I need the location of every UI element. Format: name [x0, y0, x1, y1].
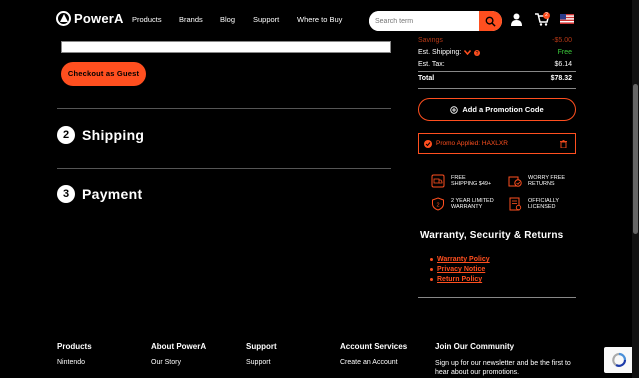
help-icon[interactable]: ?: [474, 49, 481, 56]
cart-count-badge: 2: [543, 12, 550, 19]
feature-licensed: OFFICIALLY LICENSED: [508, 197, 559, 211]
feature-line1: FREE: [451, 174, 466, 181]
logo-mark-icon: [56, 11, 71, 26]
newsletter-text: Sign up for our newsletter and be the fi…: [435, 360, 571, 376]
step-title: Payment: [82, 186, 143, 202]
search-input[interactable]: [369, 11, 479, 31]
truck-icon: [431, 174, 445, 188]
powera-logo[interactable]: PowerA: [56, 11, 124, 26]
nav-support[interactable]: Support: [253, 15, 279, 24]
step-title: Shipping: [82, 127, 145, 143]
return-policy-link[interactable]: Return Policy: [430, 276, 490, 283]
savings-value: -$5.00: [552, 37, 572, 44]
promo-button-label: Add a Promotion Code: [462, 105, 544, 114]
promo-applied-text: Promo Applied: HAXLXR: [436, 140, 508, 147]
summary-divider: [418, 71, 576, 72]
tax-label: Est. Tax:: [418, 61, 445, 68]
footer-link-create-account[interactable]: Create an Account: [340, 359, 398, 366]
total-row: Total $78.32: [418, 75, 572, 82]
scrollbar-thumb[interactable]: [633, 84, 638, 234]
feature-free-shipping: FREE SHIPPING $49+: [431, 174, 491, 188]
recaptcha-icon: [612, 352, 627, 367]
step-number: 3: [57, 185, 75, 203]
svg-text:?: ?: [476, 51, 479, 56]
add-promotion-code-button[interactable]: Add a Promotion Code: [418, 98, 576, 121]
site-header: PowerA Products Brands Blog Support Wher…: [0, 0, 639, 38]
nav-products[interactable]: Products: [132, 15, 162, 24]
feature-line1: WORRY FREE: [528, 174, 566, 181]
feature-warranty: 2 2 YEAR LIMITED WARRANTY: [431, 197, 494, 211]
shipping-step[interactable]: 2 Shipping: [57, 126, 144, 144]
footer-link-support[interactable]: Support: [246, 359, 271, 366]
checkout-as-guest-button[interactable]: Checkout as Guest: [61, 62, 146, 86]
savings-label: Savings: [418, 37, 443, 44]
recaptcha-badge[interactable]: [604, 347, 634, 373]
section-divider: [57, 108, 391, 109]
payment-step[interactable]: 3 Payment: [57, 185, 142, 203]
footer-heading-account: Account Services: [340, 342, 408, 351]
feature-line2: WARRANTY: [451, 204, 483, 210]
nav-where-to-buy[interactable]: Where to Buy: [297, 15, 342, 24]
chevron-down-icon[interactable]: [464, 50, 472, 55]
footer-link-our-story[interactable]: Our Story: [151, 359, 181, 366]
search-button[interactable]: [479, 11, 502, 31]
privacy-notice-link[interactable]: Privacy Notice: [430, 266, 490, 273]
total-label: Total: [418, 75, 435, 82]
address-field[interactable]: [61, 41, 391, 53]
search-icon: [485, 16, 496, 27]
feature-line1: 2 YEAR LIMITED: [451, 197, 494, 204]
savings-row: Savings -$5.00: [418, 37, 572, 44]
section-divider: [57, 168, 391, 169]
step-number: 2: [57, 126, 75, 144]
feature-line1: OFFICIALLY: [528, 197, 560, 204]
search-bar: [369, 11, 502, 31]
footer-heading-products: Products: [57, 342, 92, 351]
return-icon: [508, 176, 522, 187]
shield-icon: 2: [432, 197, 444, 211]
svg-text:2: 2: [436, 203, 439, 209]
feature-line2: LICENSED: [528, 204, 556, 210]
logo-text: PowerA: [74, 11, 124, 26]
footer-heading-community: Join Our Community: [435, 342, 515, 351]
footer-heading-support: Support: [246, 342, 277, 351]
feature-line2: RETURNS: [528, 181, 555, 187]
nav-brands[interactable]: Brands: [179, 15, 203, 24]
footer-heading-about: About PowerA: [151, 342, 207, 351]
trash-icon[interactable]: [560, 139, 567, 148]
account-icon[interactable]: [511, 13, 522, 26]
feature-worry-free-returns: WORRY FREE RETURNS: [508, 174, 565, 188]
license-icon: [509, 197, 522, 211]
shipping-row: Est. Shipping: ? Free: [418, 49, 572, 56]
plus-circle-icon: [450, 105, 459, 114]
shipping-value: Free: [557, 49, 572, 56]
us-flag-icon[interactable]: [560, 14, 574, 24]
total-value: $78.32: [550, 75, 572, 82]
summary-divider: [418, 88, 576, 89]
policy-links: Warranty Policy Privacy Notice Return Po…: [430, 256, 490, 286]
promo-applied-banner: Promo Applied: HAXLXR: [418, 133, 576, 154]
page-scrollbar[interactable]: [632, 0, 639, 378]
footer-link-nintendo[interactable]: Nintendo: [57, 359, 85, 366]
warranty-section-title: Warranty, Security & Returns: [420, 230, 564, 241]
nav-blog[interactable]: Blog: [220, 15, 235, 24]
feature-line2: SHIPPING $49+: [451, 181, 492, 187]
warranty-policy-link[interactable]: Warranty Policy: [430, 256, 490, 263]
shipping-label: Est. Shipping:: [418, 49, 462, 56]
tax-row: Est. Tax: $6.14: [418, 61, 572, 68]
section-divider: [418, 297, 576, 298]
tax-value: $6.14: [554, 61, 572, 68]
check-circle-icon: [424, 139, 432, 148]
